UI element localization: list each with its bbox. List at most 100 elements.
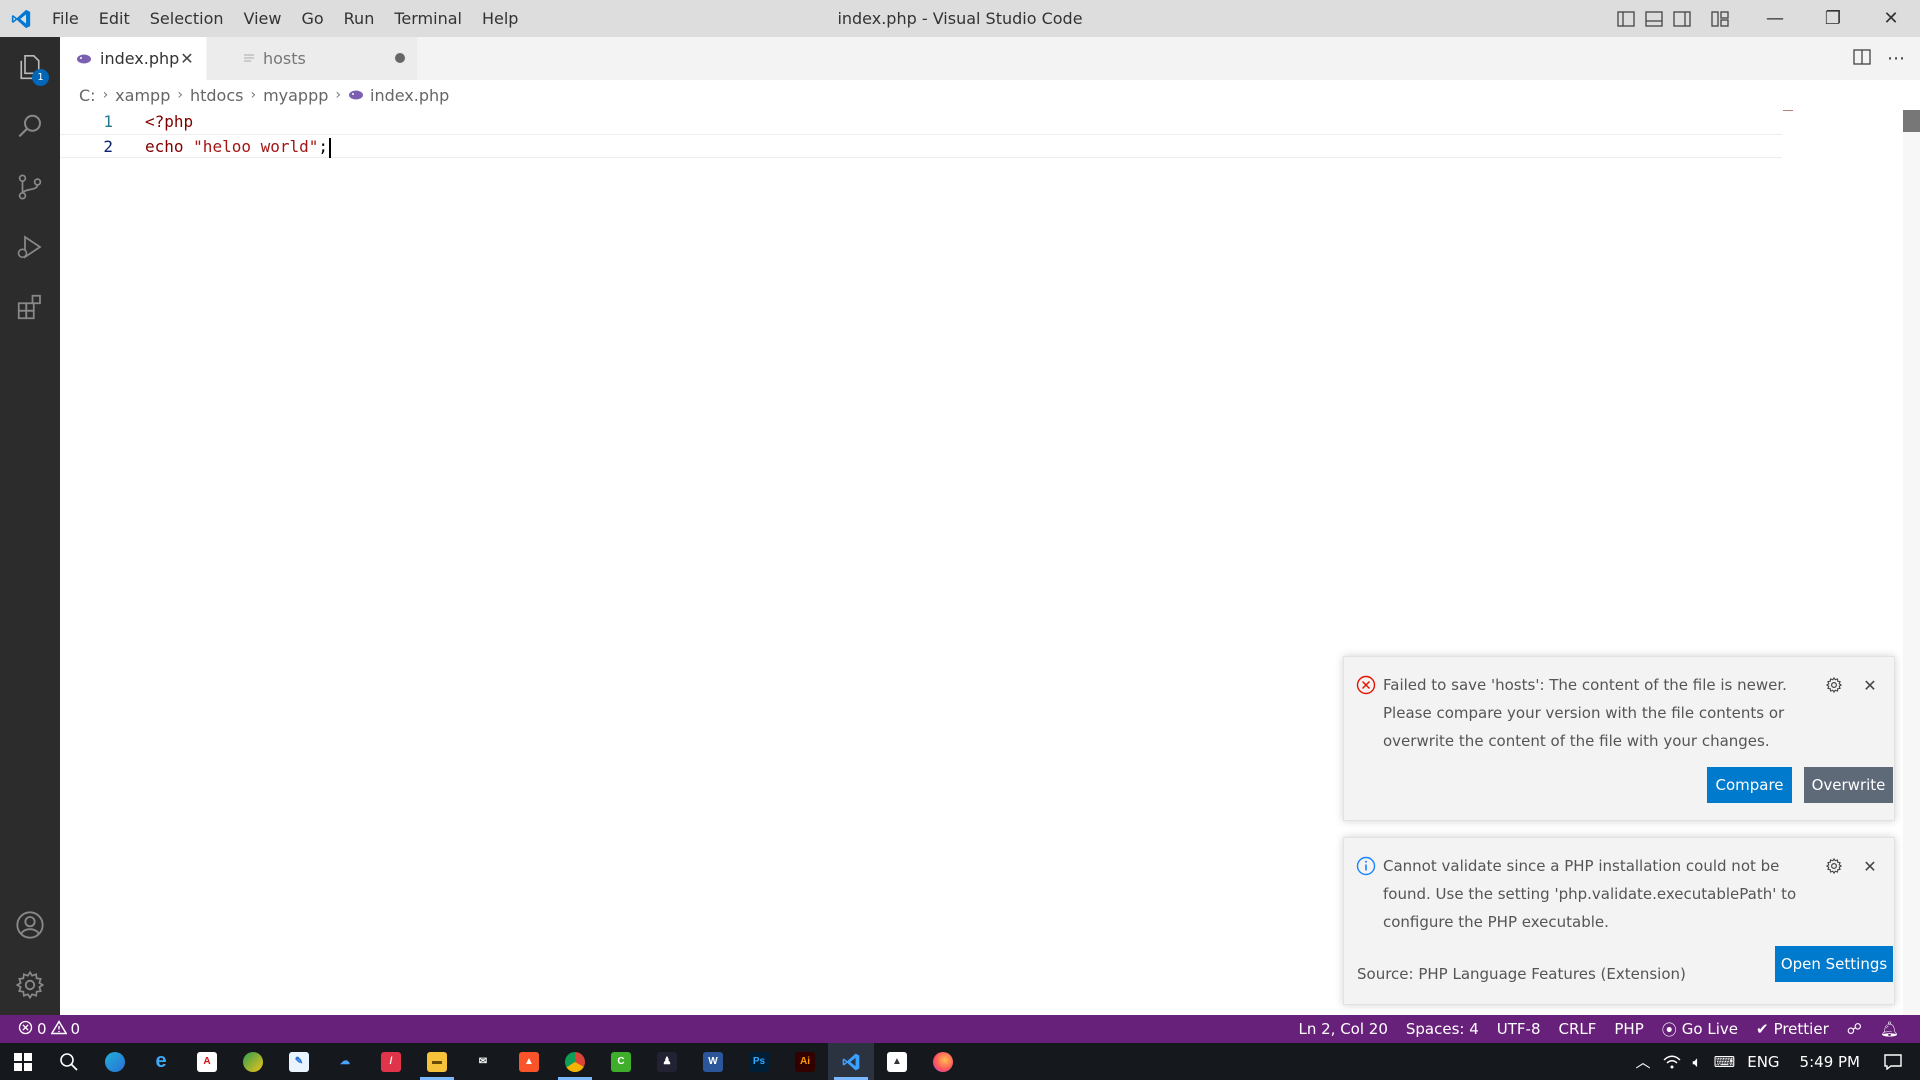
prettier-button[interactable]: ✔ Prettier	[1747, 1020, 1838, 1038]
brave-browser-icon[interactable]: ▲	[506, 1043, 552, 1080]
run-debug-icon[interactable]	[0, 217, 60, 277]
menu-run[interactable]: Run	[334, 0, 385, 37]
minimap[interactable]	[1783, 110, 1893, 112]
user-app-icon[interactable]: ♟	[644, 1043, 690, 1080]
extensions-icon[interactable]	[0, 277, 60, 337]
notification-settings-gear-icon[interactable]	[1824, 856, 1844, 876]
breadcrumb-item[interactable]: C:	[79, 86, 96, 105]
vscode-logo-icon	[0, 0, 42, 37]
open-settings-button[interactable]: Open Settings	[1775, 946, 1893, 982]
menu-view[interactable]: View	[234, 0, 292, 37]
code-line-current[interactable]: 2 echo "heloo world";	[60, 134, 1782, 158]
notification-settings-gear-icon[interactable]	[1824, 675, 1844, 695]
clock[interactable]: 5:49 PM	[1786, 1053, 1874, 1071]
tab-index-php[interactable]: index.php ✕	[60, 37, 206, 80]
cursor-position[interactable]: Ln 2, Col 20	[1289, 1020, 1396, 1038]
split-editor-icon[interactable]	[1853, 48, 1871, 69]
menu-terminal[interactable]: Terminal	[384, 0, 472, 37]
taskbar-search-icon[interactable]	[46, 1043, 92, 1080]
notification-message: Cannot validate since a PHP installation…	[1383, 857, 1797, 931]
go-live-label: Go Live	[1681, 1020, 1738, 1038]
php-elephant-icon	[348, 89, 364, 101]
chevron-up-icon[interactable]: ︿	[1630, 1051, 1657, 1072]
restore-button[interactable]: ❐	[1804, 0, 1862, 37]
manage-gear-icon[interactable]	[0, 955, 60, 1015]
windows-start-icon[interactable]	[0, 1043, 46, 1080]
close-tab-icon[interactable]: ✕	[178, 49, 196, 68]
internet-explorer-icon[interactable]: e	[138, 1043, 184, 1080]
menu-file[interactable]: File	[42, 0, 89, 37]
php-elephant-icon	[76, 53, 92, 65]
firefox-icon[interactable]	[920, 1043, 966, 1080]
volume-icon[interactable]: 🔈︎	[1687, 1053, 1708, 1071]
breadcrumb-item[interactable]: index.php	[370, 86, 449, 105]
toggle-primary-sidebar-icon[interactable]	[1616, 9, 1636, 29]
indentation[interactable]: Spaces: 4	[1397, 1020, 1488, 1038]
scrollbar-thumb[interactable]	[1903, 110, 1920, 132]
unsaved-dot-icon[interactable]	[395, 53, 405, 63]
wifi-icon[interactable]	[1657, 1054, 1687, 1070]
breadcrumb-item[interactable]: myappp	[263, 86, 328, 105]
close-notification-icon[interactable]: ✕	[1860, 675, 1880, 695]
explorer-icon[interactable]: 1	[0, 37, 60, 97]
menu-edit[interactable]: Edit	[89, 0, 140, 37]
chrome-icon[interactable]	[552, 1043, 598, 1080]
compare-button[interactable]: Compare	[1707, 767, 1792, 803]
problems-indicator[interactable]: 0 0	[18, 1015, 80, 1043]
broadcast-icon: ⦿	[1661, 1020, 1677, 1039]
editor-tab-bar: index.php ✕ hosts ⋯	[60, 37, 1920, 80]
status-bar: 0 0 Ln 2, Col 20 Spaces: 4 UTF-8 CRLF PH…	[0, 1015, 1920, 1043]
end-of-line[interactable]: CRLF	[1550, 1020, 1606, 1038]
chevron-right-icon: ›	[250, 87, 257, 103]
overwrite-button[interactable]: Overwrite	[1804, 767, 1893, 803]
breadcrumb-item[interactable]: htdocs	[190, 86, 244, 105]
photos-icon[interactable]: ▲	[874, 1043, 920, 1080]
camtasia-icon[interactable]: C	[598, 1043, 644, 1080]
close-notification-icon[interactable]: ✕	[1860, 856, 1880, 876]
illustrator-icon[interactable]: Ai	[782, 1043, 828, 1080]
photoshop-icon[interactable]: Ps	[736, 1043, 782, 1080]
toggle-panel-icon[interactable]	[1644, 9, 1664, 29]
network-app-icon[interactable]	[230, 1043, 276, 1080]
menu-go[interactable]: Go	[291, 0, 333, 37]
code-text: <?php	[145, 112, 194, 131]
breadcrumb-item[interactable]: xampp	[115, 86, 170, 105]
minimize-button[interactable]: —	[1746, 0, 1804, 37]
more-actions-icon[interactable]: ⋯	[1887, 48, 1906, 69]
toggle-secondary-sidebar-icon[interactable]	[1672, 9, 1692, 29]
customize-layout-icon[interactable]	[1710, 9, 1730, 29]
close-button[interactable]: ✕	[1862, 0, 1920, 37]
vscode-taskbar-icon[interactable]	[828, 1043, 874, 1080]
note-app-icon[interactable]: ✎	[276, 1043, 322, 1080]
tab-hosts[interactable]: hosts	[207, 37, 417, 80]
error-count: 0	[37, 1020, 47, 1038]
code-line[interactable]: 1 <?php	[60, 110, 1782, 134]
code-text: echo "heloo world";	[145, 135, 332, 159]
editor-actions: ⋯	[1853, 37, 1906, 80]
layout-controls	[1616, 0, 1730, 37]
menu-selection[interactable]: Selection	[140, 0, 234, 37]
search-icon[interactable]	[0, 97, 60, 157]
language-indicator[interactable]: ENG	[1741, 1053, 1785, 1071]
word-icon[interactable]: W	[690, 1043, 736, 1080]
file-explorer-icon[interactable]: ▬	[414, 1043, 460, 1080]
cloud-app-icon[interactable]: ☁	[322, 1043, 368, 1080]
account-icon[interactable]	[0, 895, 60, 955]
vertical-scrollbar[interactable]	[1903, 110, 1920, 1015]
activity-bar: 1	[0, 37, 60, 1015]
notifications-bell-icon[interactable]: 🔔︎	[1871, 1020, 1908, 1038]
source-control-icon[interactable]	[0, 157, 60, 217]
pdf-tool-icon[interactable]: /	[368, 1043, 414, 1080]
edge-browser-icon[interactable]	[92, 1043, 138, 1080]
error-circle-icon	[1356, 675, 1376, 695]
feedback-icon[interactable]: ☍	[1838, 1020, 1871, 1038]
action-center-icon[interactable]	[1874, 1053, 1920, 1070]
notification-message: Failed to save 'hosts': The content of t…	[1383, 676, 1787, 750]
file-encoding[interactable]: UTF-8	[1488, 1020, 1550, 1038]
acrobat-icon[interactable]: A	[184, 1043, 230, 1080]
language-mode[interactable]: PHP	[1605, 1020, 1652, 1038]
go-live-button[interactable]: ⦿ Go Live	[1653, 1019, 1747, 1040]
mail-icon[interactable]: ✉	[460, 1043, 506, 1080]
input-method-icon[interactable]: ⌨	[1708, 1053, 1742, 1071]
menu-help[interactable]: Help	[472, 0, 528, 37]
